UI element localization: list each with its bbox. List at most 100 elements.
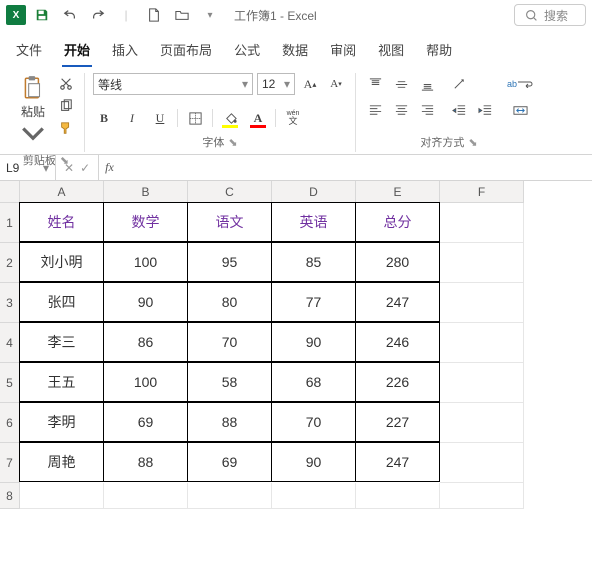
row-header[interactable]: 6	[0, 403, 20, 443]
cell[interactable]: 语文	[187, 202, 272, 242]
cell[interactable]	[440, 443, 524, 483]
align-top-button[interactable]	[364, 73, 386, 95]
cell[interactable]: 247	[355, 282, 440, 322]
cell[interactable]: 刘小明	[19, 242, 104, 282]
cell[interactable]	[272, 483, 356, 509]
cell[interactable]	[440, 483, 524, 509]
tab-data[interactable]: 数据	[280, 36, 310, 67]
cell[interactable]	[440, 243, 524, 283]
cell[interactable]: 69	[103, 402, 188, 442]
cell[interactable]	[440, 323, 524, 363]
cell[interactable]: 69	[187, 442, 272, 482]
dialog-launcher-icon[interactable]: ⬊	[468, 137, 477, 149]
tab-insert[interactable]: 插入	[110, 36, 140, 67]
redo-icon[interactable]	[86, 3, 110, 27]
col-header[interactable]: C	[188, 181, 272, 203]
phonetic-button[interactable]: wén文	[282, 107, 304, 129]
cell[interactable]: 70	[271, 402, 356, 442]
cell[interactable]	[440, 283, 524, 323]
row-header[interactable]: 7	[0, 443, 20, 483]
cell[interactable]: 数学	[103, 202, 188, 242]
underline-button[interactable]: U	[149, 107, 171, 129]
tab-review[interactable]: 审阅	[328, 36, 358, 67]
col-header[interactable]: E	[356, 181, 440, 203]
orientation-button[interactable]	[448, 73, 470, 95]
save-icon[interactable]	[30, 3, 54, 27]
copy-button[interactable]	[56, 97, 76, 115]
cell[interactable]: 90	[103, 282, 188, 322]
col-header[interactable]: A	[20, 181, 104, 203]
undo-icon[interactable]	[58, 3, 82, 27]
paste-button[interactable]: 粘贴	[16, 73, 50, 150]
fx-icon[interactable]: fx	[99, 160, 120, 175]
align-right-button[interactable]	[416, 99, 438, 121]
col-header[interactable]: F	[440, 181, 524, 203]
select-all-corner[interactable]	[0, 181, 20, 203]
wrap-text-button[interactable]: ab	[506, 73, 534, 95]
open-folder-icon[interactable]	[170, 3, 194, 27]
cell[interactable]: 李三	[19, 322, 104, 362]
search-input[interactable]: 搜索	[514, 4, 586, 26]
cell[interactable]	[440, 403, 524, 443]
cell[interactable]	[440, 363, 524, 403]
cell[interactable]: 58	[187, 362, 272, 402]
cell[interactable]: 周艳	[19, 442, 104, 482]
tab-formulas[interactable]: 公式	[232, 36, 262, 67]
qat-customize-icon[interactable]: ▾	[198, 3, 222, 27]
spreadsheet-grid[interactable]: A B C D E F 1 姓名 数学 语文 英语 总分 2 刘小明 100 9…	[0, 181, 592, 509]
merge-center-button[interactable]	[506, 99, 534, 121]
dialog-launcher-icon[interactable]: ⬊	[228, 137, 237, 149]
cell[interactable]	[20, 483, 104, 509]
cell[interactable]: 100	[103, 242, 188, 282]
cell[interactable]: 68	[271, 362, 356, 402]
tab-view[interactable]: 视图	[376, 36, 406, 67]
cell[interactable]	[188, 483, 272, 509]
format-painter-button[interactable]	[56, 119, 76, 137]
cell[interactable]: 姓名	[19, 202, 104, 242]
formula-input[interactable]	[120, 155, 592, 180]
cell[interactable]: 95	[187, 242, 272, 282]
cell[interactable]	[104, 483, 188, 509]
font-size-select[interactable]: 12▾	[257, 73, 295, 95]
cell[interactable]: 86	[103, 322, 188, 362]
new-file-icon[interactable]	[142, 3, 166, 27]
font-color-button[interactable]: A	[247, 107, 269, 129]
cell[interactable]: 247	[355, 442, 440, 482]
cell[interactable]: 77	[271, 282, 356, 322]
align-middle-button[interactable]	[390, 73, 412, 95]
bold-button[interactable]: B	[93, 107, 115, 129]
cell[interactable]: 280	[355, 242, 440, 282]
col-header[interactable]: B	[104, 181, 188, 203]
col-header[interactable]: D	[272, 181, 356, 203]
row-header[interactable]: 8	[0, 483, 20, 509]
cell[interactable]: 90	[271, 322, 356, 362]
font-name-select[interactable]: 等线▾	[93, 73, 253, 95]
decrease-font-button[interactable]: A▾	[325, 73, 347, 95]
row-header[interactable]: 1	[0, 203, 20, 243]
row-header[interactable]: 4	[0, 323, 20, 363]
align-bottom-button[interactable]	[416, 73, 438, 95]
cell[interactable]: 88	[103, 442, 188, 482]
cell[interactable]: 70	[187, 322, 272, 362]
accept-formula-icon[interactable]: ✓	[80, 161, 90, 175]
cell[interactable]: 90	[271, 442, 356, 482]
cancel-formula-icon[interactable]: ✕	[64, 161, 74, 175]
align-center-button[interactable]	[390, 99, 412, 121]
tab-help[interactable]: 帮助	[424, 36, 454, 67]
tab-page-layout[interactable]: 页面布局	[158, 36, 214, 67]
row-header[interactable]: 3	[0, 283, 20, 323]
cell[interactable]: 226	[355, 362, 440, 402]
cell[interactable]: 227	[355, 402, 440, 442]
cell[interactable]: 246	[355, 322, 440, 362]
row-header[interactable]: 2	[0, 243, 20, 283]
increase-indent-button[interactable]	[474, 99, 496, 121]
decrease-indent-button[interactable]	[448, 99, 470, 121]
tab-file[interactable]: 文件	[14, 36, 44, 67]
align-left-button[interactable]	[364, 99, 386, 121]
cell[interactable]: 英语	[271, 202, 356, 242]
cut-button[interactable]	[56, 75, 76, 93]
cell[interactable]: 80	[187, 282, 272, 322]
cell[interactable]: 王五	[19, 362, 104, 402]
cell[interactable]: 100	[103, 362, 188, 402]
tab-home[interactable]: 开始	[62, 36, 92, 67]
